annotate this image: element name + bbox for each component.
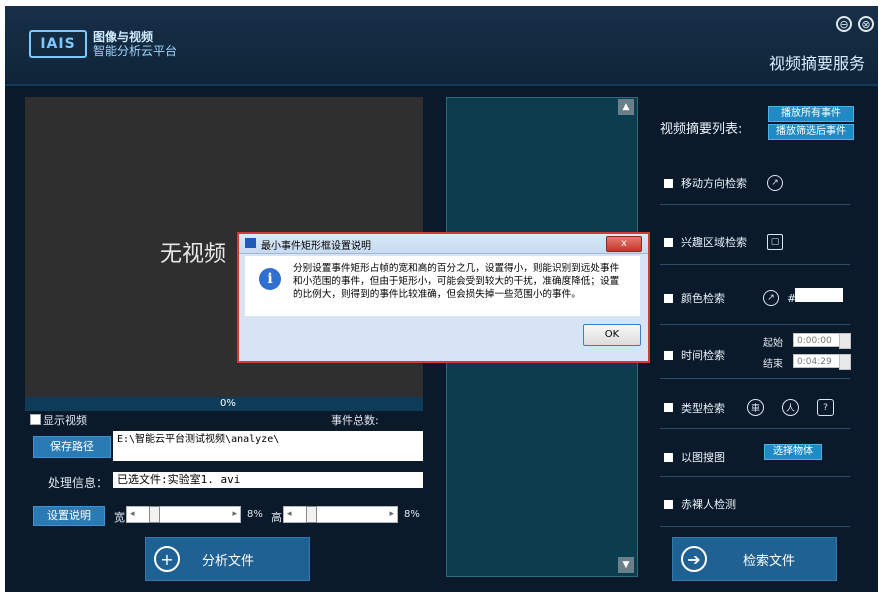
move-direction-row[interactable]: 移动方向检索 ↗ [664,175,783,191]
scroll-down-icon[interactable]: ▼ [618,557,634,573]
slider-thumb[interactable] [306,506,317,523]
start-label: 起始 [763,338,783,349]
scroll-up-icon[interactable]: ▲ [618,99,634,115]
logo-mark: IAIS [29,30,87,58]
checkbox[interactable] [664,350,673,360]
slider-right-arrow[interactable]: ▸ [232,507,237,522]
divider [660,324,850,325]
process-info-label: 处理信息： [48,476,109,490]
no-video-label: 无视频 [160,242,227,267]
divider [660,476,850,477]
search-file-button[interactable]: ➔ 检索文件 [672,537,837,581]
end-spinner[interactable] [839,354,851,370]
progress-bar: 0% [25,397,423,411]
nude-detection-label: 赤裸人检测 [681,498,736,511]
width-label: 宽 [114,511,125,524]
end-label: 结束 [763,359,783,370]
slider-right-arrow[interactable]: ▸ [389,507,394,522]
checkbox[interactable] [664,293,673,303]
header-divider [5,84,878,86]
settings-dialog: 最小事件矩形框设置说明 x i 分别设置事件矩形占帧的宽和高的百分之几，设置得小… [237,232,650,363]
region-interest-label: 兴趣区域检索 [681,236,747,249]
logo-text: 图像与视频 智能分析云平台 [93,30,177,58]
analyze-file-button[interactable]: + 分析文件 [145,537,310,581]
event-total-label: 事件总数: [331,414,379,427]
direction-icon[interactable]: ↗ [767,175,783,191]
checkbox[interactable] [664,499,673,509]
time-search-label: 时间检索 [681,349,725,362]
save-path-field[interactable]: E:\智能云平台测试视频\analyze\ [113,431,423,461]
person-icon[interactable]: 人 [782,399,799,416]
color-search-row[interactable]: 颜色检索 ↗ # [664,290,796,306]
select-object-button[interactable]: 选择物体 [764,444,822,460]
color-picker-icon[interactable]: ↗ [763,290,779,306]
color-search-label: 颜色检索 [681,292,725,305]
move-direction-label: 移动方向检索 [681,177,747,190]
width-value: 8% [247,509,263,520]
dialog-message: 分别设置事件矩形占帧的宽和高的百分之几，设置得小，则能识别到远处事件和小范围的事… [293,263,620,300]
region-interest-row[interactable]: 兴趣区域检索 ▢ [664,234,783,250]
image-search-row[interactable]: 以图搜图 [664,449,725,465]
height-label: 高 [271,511,282,524]
checkbox[interactable] [664,403,673,412]
image-search-label: 以图搜图 [681,451,725,464]
save-path-button[interactable]: 保存路径 [33,436,111,458]
type-search-label: 类型检索 [681,401,725,415]
color-input[interactable] [795,288,843,302]
service-title: 视频摘要服务 [768,54,865,73]
ok-button[interactable]: OK [583,324,641,346]
divider [660,264,850,265]
plus-icon: + [154,546,180,572]
dialog-title: 最小事件矩形框设置说明 [261,241,371,252]
width-slider[interactable]: ◂ ▸ [126,506,241,523]
logo-line2: 智能分析云平台 [93,44,178,58]
arrow-right-icon: ➔ [681,546,707,572]
show-video-checkbox[interactable] [30,414,41,425]
height-value: 8% [404,509,420,520]
video-options-row: 显示视频 事件总数: [25,411,423,427]
vehicle-icon[interactable]: 車 [747,399,764,416]
header: IAIS 图像与视频 智能分析云平台 ⊖ ⊗ 视频摘要服务 [5,6,878,84]
analyze-file-label: 分析文件 [202,553,255,569]
dialog-titlebar: 最小事件矩形框设置说明 x [239,234,648,254]
slider-thumb[interactable] [149,506,160,523]
region-icon[interactable]: ▢ [767,234,783,250]
logo: IAIS 图像与视频 智能分析云平台 [29,30,177,58]
settings-button[interactable]: 设置说明 [33,506,105,526]
checkbox[interactable] [664,452,673,462]
play-all-button[interactable]: 播放所有事件 [768,106,854,122]
summary-list-title: 视频摘要列表: [660,122,743,137]
checkbox[interactable] [664,237,673,247]
dialog-body: i 分别设置事件矩形占帧的宽和高的百分之几，设置得小，则能识别到远处事件和小范围… [245,256,640,316]
divider [660,204,850,205]
minimize-icon[interactable]: ⊖ [836,16,852,32]
start-spinner[interactable] [839,333,851,349]
nude-detection-row[interactable]: 赤裸人检测 [664,496,736,512]
time-search-row[interactable]: 时间检索 [664,347,725,363]
height-slider[interactable]: ◂ ▸ [283,506,398,523]
window-icon [245,238,256,248]
type-search-row[interactable]: 类型检索 車 人 ? [664,399,834,416]
play-filtered-button[interactable]: 播放筛选后事件 [768,124,854,140]
close-icon[interactable]: x [606,236,642,252]
divider [660,526,850,527]
checkbox[interactable] [664,178,673,188]
search-file-label: 检索文件 [743,553,796,569]
process-info-field[interactable]: 已选文件:实验室1. avi [113,472,423,488]
close-icon[interactable]: ⊗ [858,16,874,32]
logo-line1: 图像与视频 [93,30,154,44]
divider [660,378,850,379]
progress-text: 0% [220,398,236,409]
info-icon: i [259,268,281,290]
slider-left-arrow[interactable]: ◂ [130,507,135,522]
unknown-icon[interactable]: ? [817,399,834,416]
divider [660,428,850,429]
slider-left-arrow[interactable]: ◂ [287,507,292,522]
show-video-label: 显示视频 [43,414,87,427]
